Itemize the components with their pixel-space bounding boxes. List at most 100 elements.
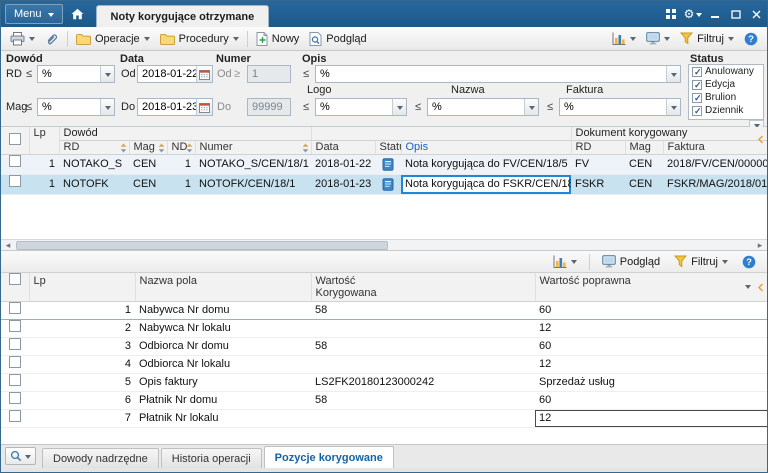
mag-filter-combo[interactable]: % bbox=[37, 98, 115, 116]
chart-button[interactable] bbox=[607, 29, 641, 49]
cell-wartosc-korygowana[interactable]: 58 bbox=[311, 391, 535, 410]
minimize-button[interactable] bbox=[704, 1, 725, 27]
row-checkbox[interactable] bbox=[9, 302, 21, 314]
cell-nazwa-pola[interactable]: Odbiorca Nr lokalu bbox=[135, 355, 311, 374]
col-header-wartosc-korygowana[interactable]: Wartość Korygowana bbox=[311, 273, 536, 302]
detail-podglad-button[interactable]: Podgląd bbox=[597, 252, 665, 272]
cell-nazwa-pola[interactable]: Nabywca Nr lokalu bbox=[135, 319, 311, 338]
cell-rd[interactable]: NOTAKO_S bbox=[59, 154, 129, 175]
home-button[interactable] bbox=[66, 2, 90, 26]
cell-doc-faktura[interactable]: 2018/FV/CEN/000005 bbox=[663, 154, 767, 175]
print-button[interactable] bbox=[5, 29, 40, 49]
row-checkbox[interactable] bbox=[9, 355, 21, 368]
col-header-data[interactable]: Data bbox=[311, 140, 376, 155]
checkbox-icon[interactable] bbox=[692, 66, 702, 78]
status-option-anulowany[interactable]: Anulowany bbox=[689, 65, 763, 78]
cell-opis-focused[interactable]: Nota korygująca do FSKR/CEN/18/9 bbox=[401, 174, 571, 195]
row-checkbox[interactable] bbox=[9, 409, 21, 422]
cell-lp[interactable]: 1 bbox=[29, 300, 135, 320]
faktura-operator[interactable]: ≤ bbox=[547, 101, 553, 113]
col-header-doc-mag[interactable]: Mag bbox=[625, 140, 664, 155]
faktura-filter-combo[interactable]: % bbox=[559, 98, 681, 116]
help-button[interactable]: ? bbox=[739, 29, 763, 49]
operacje-button[interactable]: Operacje bbox=[71, 29, 155, 49]
row-checkbox[interactable] bbox=[9, 373, 21, 386]
scroll-left-button[interactable]: ◂ bbox=[1, 240, 15, 251]
cell-opis[interactable]: Nota korygująca do FV/CEN/18/5 bbox=[401, 154, 571, 175]
cell-wartosc-korygowana[interactable] bbox=[311, 319, 535, 338]
calendar-button[interactable] bbox=[196, 66, 212, 82]
col-header-wartosc-poprawna[interactable]: Wartość poprawna bbox=[535, 273, 767, 302]
dropdown-arrow-icon[interactable] bbox=[100, 66, 114, 82]
cell-nazwa-pola[interactable]: Opis faktury bbox=[135, 373, 311, 392]
col-header-numer[interactable]: Numer bbox=[195, 140, 312, 155]
cell-lp[interactable]: 7 bbox=[29, 409, 135, 428]
cell-nazwa-pola[interactable]: Odbiorca Nr domu bbox=[135, 337, 311, 356]
maximize-button[interactable] bbox=[725, 1, 746, 27]
cell-doc-mag[interactable]: CEN bbox=[625, 174, 663, 195]
cell-rd[interactable]: NOTOFK bbox=[59, 174, 129, 195]
logo-operator[interactable]: ≤ bbox=[303, 101, 309, 113]
cell-nd[interactable]: 1 bbox=[167, 174, 195, 195]
tab-pozycje-korygowane[interactable]: Pozycje korygowane bbox=[263, 446, 394, 468]
detail-help-button[interactable]: ? bbox=[737, 252, 761, 272]
cell-doc-rd[interactable]: FSKR bbox=[571, 174, 625, 195]
dropdown-arrow-icon[interactable] bbox=[666, 99, 680, 115]
table-row-selected[interactable]: 1 NOTOFK CEN 1 NOTOFK/CEN/18/1 2018-01-2… bbox=[1, 174, 767, 195]
row-checkbox[interactable] bbox=[9, 337, 21, 350]
data-od-field[interactable]: 2018-01-22 bbox=[137, 65, 213, 83]
dropdown-arrow-icon[interactable] bbox=[392, 99, 406, 115]
checkbox-icon[interactable] bbox=[692, 105, 702, 117]
cell-wartosc-poprawna[interactable]: 60 bbox=[535, 391, 767, 410]
sort-icon[interactable] bbox=[186, 143, 193, 154]
nazwa-filter-combo[interactable]: % bbox=[427, 98, 539, 116]
select-all-checkbox[interactable] bbox=[8, 273, 21, 285]
row-checkbox[interactable] bbox=[9, 175, 21, 187]
col-header-rd[interactable]: RD bbox=[59, 140, 130, 155]
cell-nazwa-pola[interactable]: Nabywca Nr domu bbox=[135, 300, 311, 320]
cell-wartosc-poprawna[interactable]: Sprzedaż usług bbox=[535, 373, 767, 392]
cell-mag[interactable]: CEN bbox=[129, 174, 167, 195]
cell-nd[interactable]: 1 bbox=[167, 154, 195, 175]
col-header-nazwa-pola[interactable]: Nazwa pola bbox=[135, 273, 312, 302]
horizontal-scrollbar[interactable]: ◂ ▸ bbox=[1, 239, 767, 251]
data-do-field[interactable]: 2018-01-23 bbox=[137, 98, 213, 116]
attachments-button[interactable] bbox=[40, 29, 64, 49]
rd-filter-combo[interactable]: % bbox=[37, 65, 115, 83]
collapse-panel-chevron-icon[interactable] bbox=[757, 279, 764, 297]
cell-doc-mag[interactable]: CEN bbox=[625, 154, 663, 175]
row-checkbox[interactable] bbox=[9, 155, 21, 167]
procedury-button[interactable]: Procedury bbox=[155, 29, 244, 49]
opis-operator[interactable]: ≤ bbox=[303, 68, 309, 80]
logo-filter-combo[interactable]: % bbox=[315, 98, 407, 116]
cell-wartosc-poprawna[interactable]: 60 bbox=[535, 337, 767, 356]
settings-button[interactable]: ⚙ bbox=[682, 1, 704, 27]
cell-lp[interactable]: 5 bbox=[29, 373, 135, 392]
opis-filter-combo[interactable]: % bbox=[315, 65, 681, 83]
table-row[interactable]: 1 NOTAKO_S CEN 1 NOTAKO_S/CEN/18/1 2018-… bbox=[1, 154, 767, 175]
cell-mag[interactable]: CEN bbox=[129, 154, 167, 175]
select-all-checkbox[interactable] bbox=[8, 132, 21, 145]
table-row[interactable]: 6 Płatnik Nr domu 58 60 bbox=[1, 391, 767, 410]
table-row[interactable]: 1 Nabywca Nr domu 58 60 bbox=[1, 300, 767, 320]
col-header-lp[interactable]: Lp bbox=[29, 273, 136, 302]
view-selector-button[interactable] bbox=[641, 29, 675, 49]
nowy-button[interactable]: Nowy bbox=[251, 29, 305, 49]
column-menu-button[interactable] bbox=[745, 279, 751, 297]
checkbox-icon[interactable] bbox=[692, 92, 702, 104]
col-group-dowod[interactable]: Dowód bbox=[59, 127, 312, 141]
table-row[interactable]: 4 Odbiorca Nr lokalu 12 bbox=[1, 355, 767, 374]
dropdown-arrow-icon[interactable] bbox=[524, 99, 538, 115]
cell-lp[interactable]: 1 bbox=[29, 154, 59, 175]
cell-nazwa-pola[interactable]: Płatnik Nr domu bbox=[135, 391, 311, 410]
col-header-lp[interactable]: Lp bbox=[29, 127, 60, 155]
cell-nazwa-pola[interactable]: Płatnik Nr lokalu bbox=[135, 409, 311, 428]
apps-grid-button[interactable] bbox=[660, 1, 682, 27]
tab-dowody-nadrzedne[interactable]: Dowody nadrzędne bbox=[42, 448, 159, 468]
filtruj-button[interactable]: Filtruj bbox=[675, 29, 739, 49]
col-header-nd[interactable]: ND bbox=[167, 140, 196, 155]
status-option-brulion[interactable]: Brulion bbox=[689, 91, 763, 104]
row-checkbox[interactable] bbox=[9, 391, 21, 404]
zoom-button[interactable] bbox=[5, 447, 36, 465]
dropdown-arrow-icon[interactable] bbox=[666, 66, 680, 82]
